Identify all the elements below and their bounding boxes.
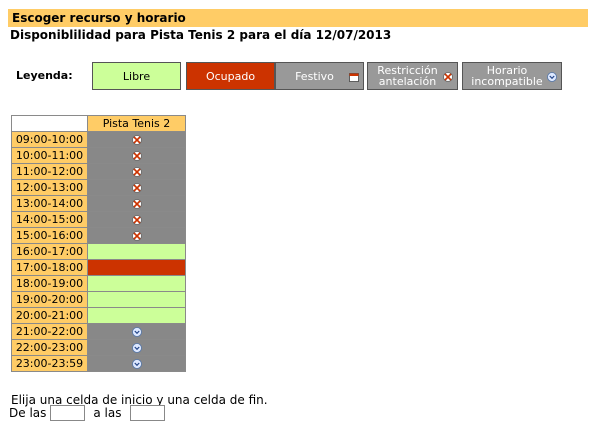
table-row: 18:00-19:00 [11,275,186,292]
time-cell: 23:00-23:59 [11,355,88,372]
legend-label: Leyenda: [16,69,73,82]
restriction-icon [131,215,142,225]
restriction-icon [131,167,142,177]
time-range: De las a las [9,405,165,421]
time-cell: 09:00-10:00 [11,131,88,148]
table-row: 09:00-10:00 [11,131,186,148]
time-cell: 18:00-19:00 [11,275,88,292]
from-label: De las [9,406,47,420]
time-cell: 12:00-13:00 [11,179,88,196]
time-cell: 10:00-11:00 [11,147,88,164]
time-cell: 16:00-17:00 [11,243,88,260]
section-header: Escoger recurso y horario [8,9,588,27]
slot-cell-free[interactable] [87,291,186,308]
slot-cell-busy [87,259,186,276]
from-input[interactable] [50,405,86,421]
time-cell: 13:00-14:00 [11,195,88,212]
table-row: 21:00-22:00 [11,323,186,340]
table-row: 14:00-15:00 [11,211,186,228]
availability-subtitle: Disponiblilidad para Pista Tenis 2 para … [10,28,392,42]
time-cell: 19:00-20:00 [11,291,88,308]
restriction-icon [131,231,142,241]
table-corner [11,115,88,132]
time-cell: 17:00-18:00 [11,259,88,276]
to-label: a las [93,406,122,420]
time-cell: 14:00-15:00 [11,211,88,228]
slot-cell-free[interactable] [87,307,186,324]
restriction-icon [443,72,453,82]
restriction-icon [131,151,142,161]
chevron-down-icon [131,359,142,369]
table-row: 22:00-23:00 [11,339,186,356]
legend-horario: Horario incompatible [462,62,562,90]
legend-festivo-label: Festivo [295,69,334,83]
table-row: 13:00-14:00 [11,195,186,212]
slot-cell-free[interactable] [87,275,186,292]
slot-cell-free[interactable] [87,243,186,260]
legend-libre: Libre [92,62,181,90]
availability-rows: 09:00-10:00 10:00-11:00 11:00-12:00 12:00-1… [11,131,186,372]
restriction-icon [131,183,142,193]
table-row: 23:00-23:59 [11,355,186,372]
slot-cell-restr [87,131,186,148]
slot-cell-incomp [87,323,186,340]
court-header: Pista Tenis 2 [87,115,186,132]
chevron-down-icon [131,343,142,353]
slot-cell-restr [87,211,186,228]
slot-cell-restr [87,147,186,164]
availability-table: Pista Tenis 2 09:00-10:00 10:00-11:00 11:0… [11,115,186,372]
slot-cell-restr [87,179,186,196]
slot-cell-restr [87,227,186,244]
table-row: 19:00-20:00 [11,291,186,308]
slot-cell-incomp [87,339,186,356]
legend-ocupado-label: Ocupado [205,69,256,83]
calendar-icon [349,73,359,82]
time-cell: 11:00-12:00 [11,163,88,180]
slot-cell-restr [87,163,186,180]
legend-ocupado: Ocupado [186,62,275,90]
table-row: 15:00-16:00 [11,227,186,244]
chevron-down-icon [547,72,557,82]
table-row: 12:00-13:00 [11,179,186,196]
slot-cell-incomp [87,355,186,372]
legend-libre-label: Libre [122,69,151,83]
restriction-icon [131,199,142,209]
chevron-down-icon [131,327,142,337]
restriction-icon [131,135,142,145]
legend-restriccion: Restricción antelación [367,62,458,90]
slot-cell-restr [87,195,186,212]
time-cell: 15:00-16:00 [11,227,88,244]
to-input[interactable] [129,405,165,421]
time-cell: 22:00-23:00 [11,339,88,356]
time-cell: 20:00-21:00 [11,307,88,324]
table-row: 10:00-11:00 [11,147,186,164]
table-row: 20:00-21:00 [11,307,186,324]
table-row: 11:00-12:00 [11,163,186,180]
table-row: 17:00-18:00 [11,259,186,276]
legend-festivo: Festivo [275,62,364,90]
table-row: 16:00-17:00 [11,243,186,260]
time-cell: 21:00-22:00 [11,323,88,340]
